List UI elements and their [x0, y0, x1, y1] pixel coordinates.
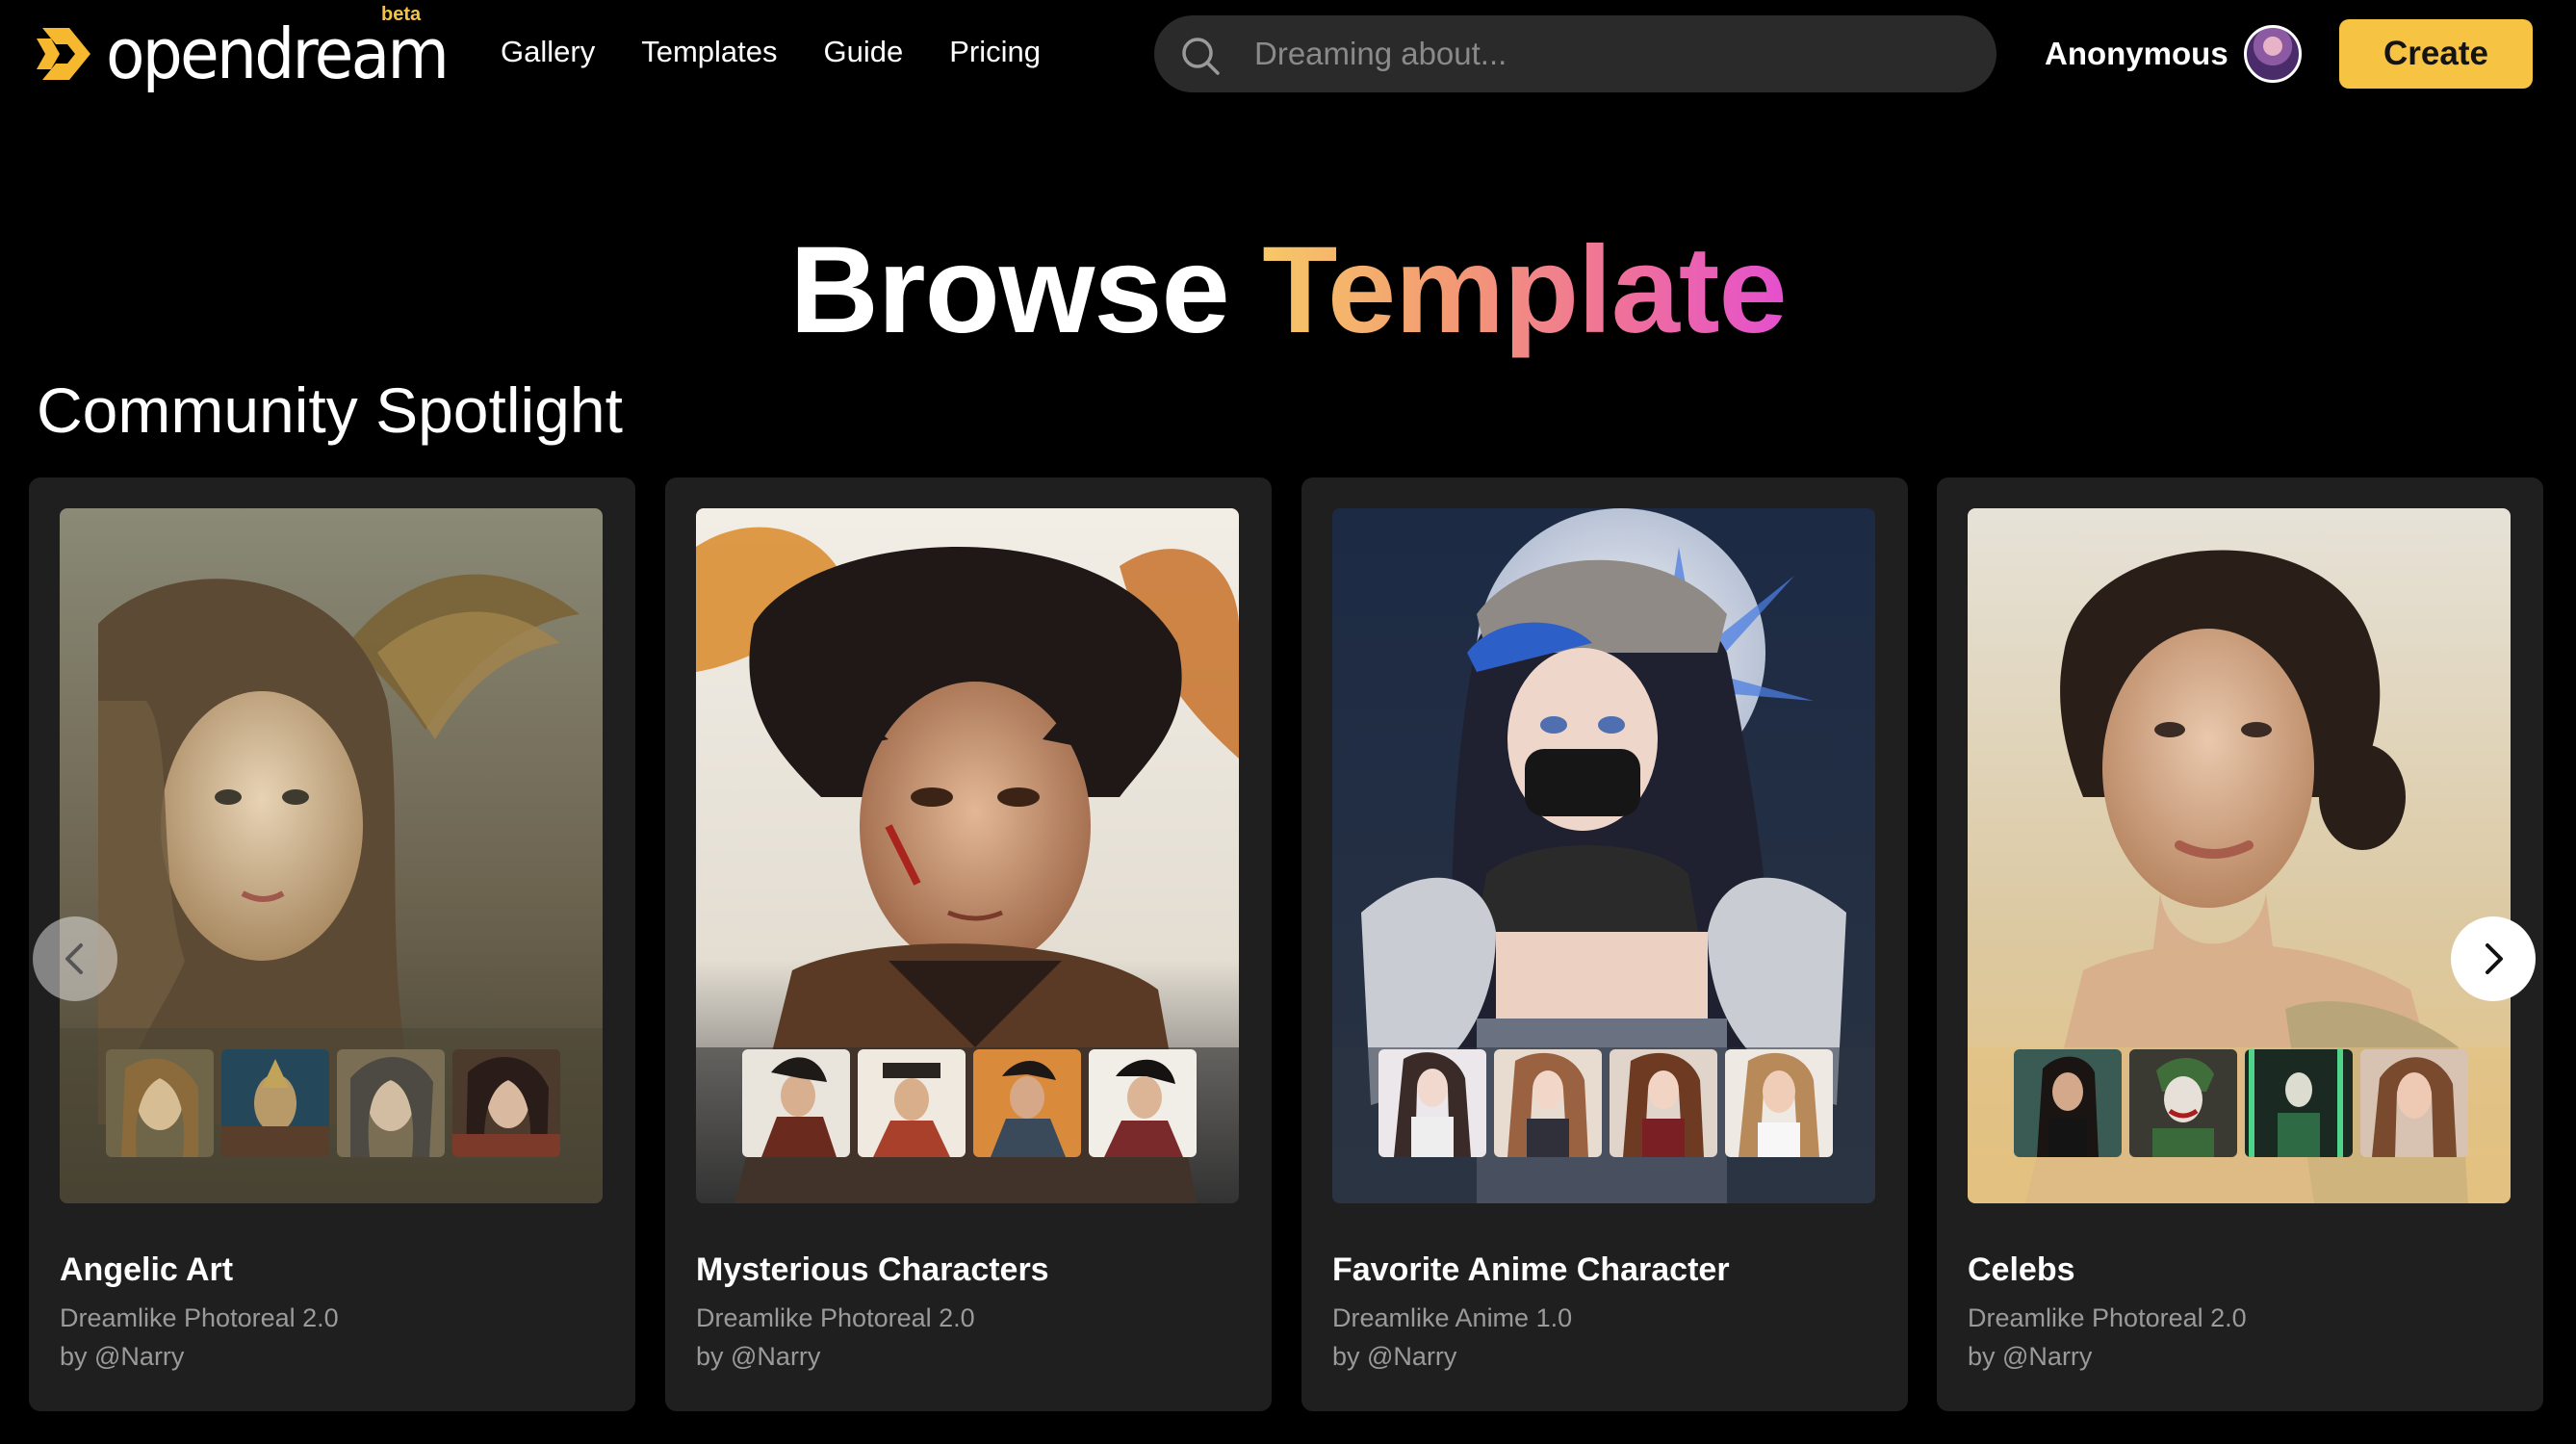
- card-author[interactable]: by @Narry: [60, 1342, 184, 1372]
- card-image[interactable]: [1332, 508, 1875, 1203]
- chevron-right-icon: [2486, 943, 2503, 974]
- thumbnail[interactable]: [1378, 1049, 1486, 1157]
- thumbnail[interactable]: [106, 1049, 214, 1157]
- thumbnail[interactable]: [742, 1049, 850, 1157]
- nav-link-templates[interactable]: Templates: [641, 29, 777, 75]
- thumbnail[interactable]: [1725, 1049, 1833, 1157]
- nav-link-gallery[interactable]: Gallery: [501, 29, 595, 75]
- thumbnail[interactable]: [1089, 1049, 1197, 1157]
- search-bar[interactable]: [1154, 15, 1996, 92]
- page-title-main: Browse: [789, 221, 1229, 359]
- thumbnail[interactable]: [2129, 1049, 2237, 1157]
- template-card-mysterious-characters[interactable]: Mysterious Characters Dreamlike Photorea…: [665, 477, 1272, 1411]
- logo-text: opendream: [106, 13, 450, 94]
- chevron-left-icon: [65, 943, 83, 974]
- card-image[interactable]: [60, 508, 603, 1203]
- thumbnail-row: [1378, 1049, 1833, 1157]
- card-author[interactable]: by @Narry: [1332, 1342, 1456, 1372]
- card-author[interactable]: by @Narry: [1968, 1342, 2092, 1372]
- thumbnail[interactable]: [221, 1049, 329, 1157]
- logo[interactable]: opendream: [35, 15, 477, 92]
- card-title[interactable]: Angelic Art: [60, 1251, 233, 1289]
- nav-links: Gallery Templates Guide Pricing: [501, 29, 1041, 75]
- card-title[interactable]: Celebs: [1968, 1251, 2075, 1289]
- thumbnail[interactable]: [973, 1049, 1081, 1157]
- card-image[interactable]: [1968, 508, 2511, 1203]
- card-model: Dreamlike Photoreal 2.0: [60, 1303, 339, 1332]
- create-button[interactable]: Create: [2339, 19, 2533, 89]
- user-menu[interactable]: Anonymous: [2045, 25, 2302, 83]
- top-nav: opendream beta Gallery Templates Guide P…: [0, 0, 2576, 106]
- search-icon: [1182, 38, 1220, 75]
- carousel-next-button[interactable]: [2451, 916, 2536, 1001]
- card-image[interactable]: [696, 508, 1239, 1203]
- thumbnail[interactable]: [337, 1049, 445, 1157]
- thumbnail[interactable]: [858, 1049, 966, 1157]
- carousel-prev-button[interactable]: [33, 916, 117, 1001]
- card-model: Dreamlike Photoreal 2.0: [696, 1303, 975, 1332]
- card-title[interactable]: Favorite Anime Character: [1332, 1251, 1730, 1289]
- thumbnail[interactable]: [1494, 1049, 1602, 1157]
- card-author[interactable]: by @Narry: [696, 1342, 820, 1372]
- section-title: Community Spotlight: [37, 374, 623, 446]
- template-card-favorite-anime-character[interactable]: Favorite Anime Character Dreamlike Anime…: [1301, 477, 1908, 1411]
- thumbnail-row: [742, 1049, 1197, 1157]
- thumbnail[interactable]: [2360, 1049, 2468, 1157]
- thumbnail-row: [106, 1049, 560, 1157]
- card-model: Dreamlike Photoreal 2.0: [1968, 1303, 2247, 1332]
- page-title: Browse Template: [0, 223, 2576, 358]
- thumbnail-row: [2014, 1049, 2468, 1157]
- thumbnail[interactable]: [2245, 1049, 2353, 1157]
- page-title-accent: Template: [1262, 221, 1787, 359]
- nav-link-pricing[interactable]: Pricing: [949, 29, 1041, 75]
- avatar[interactable]: [2243, 25, 2302, 83]
- template-card-angelic-art[interactable]: Angelic Art Dreamlike Photoreal 2.0 by @…: [29, 477, 635, 1411]
- card-title[interactable]: Mysterious Characters: [696, 1251, 1049, 1289]
- thumbnail[interactable]: [452, 1049, 560, 1157]
- search-input[interactable]: [1254, 15, 1967, 92]
- thumbnail[interactable]: [2014, 1049, 2122, 1157]
- nav-link-guide[interactable]: Guide: [824, 29, 904, 75]
- opendream-logo-icon: [37, 28, 90, 80]
- thumbnail[interactable]: [1610, 1049, 1717, 1157]
- user-name: Anonymous: [2045, 36, 2228, 71]
- template-carousel: Angelic Art Dreamlike Photoreal 2.0 by @…: [29, 477, 2543, 1411]
- card-model: Dreamlike Anime 1.0: [1332, 1303, 1573, 1332]
- beta-badge: beta: [381, 4, 422, 25]
